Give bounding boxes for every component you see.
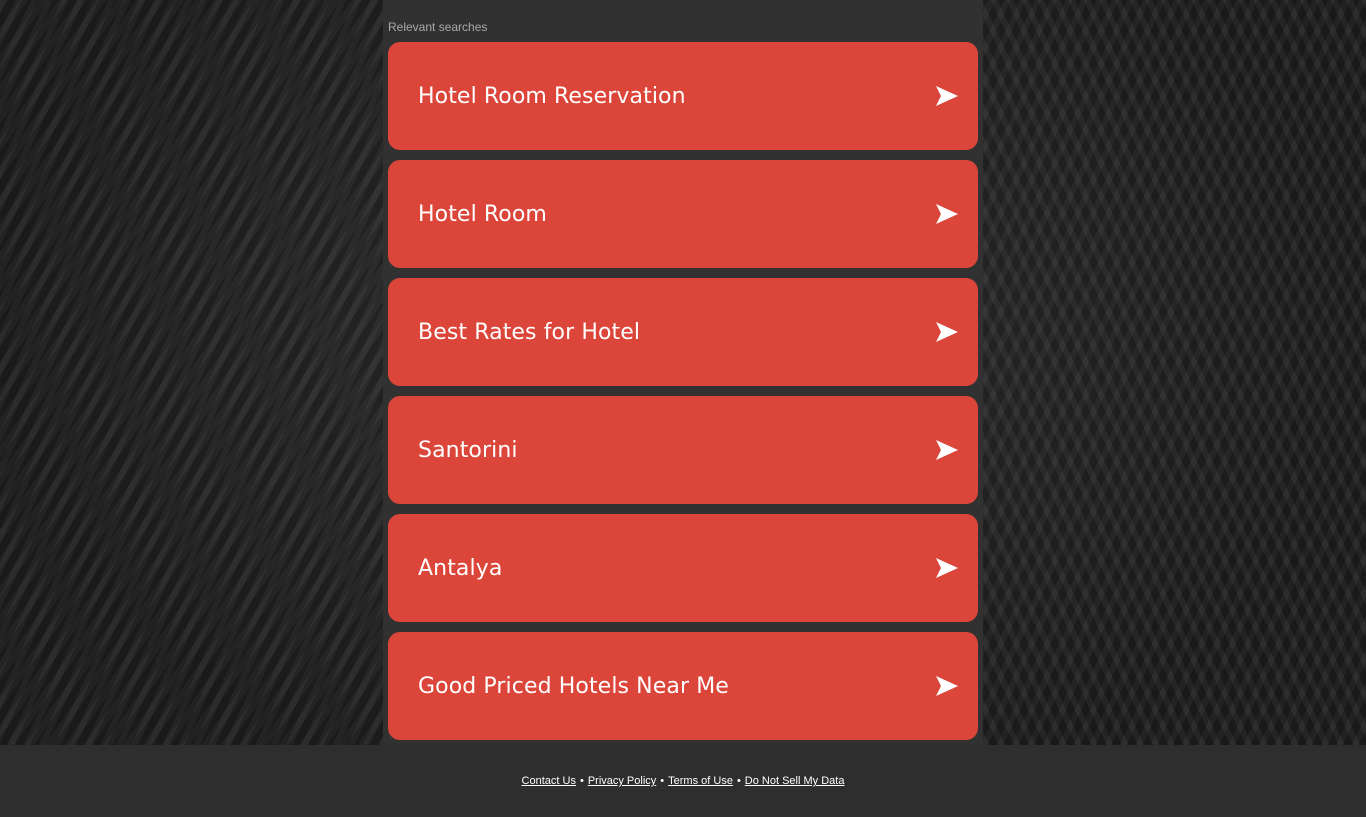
search-card[interactable]: Good Priced Hotels Near Me (388, 632, 978, 740)
search-card[interactable]: Hotel Room (388, 160, 978, 268)
footer-separator: • (579, 775, 584, 787)
privacy-policy-link[interactable]: Privacy Policy (588, 775, 656, 787)
send-arrow-icon (936, 676, 958, 696)
search-card-list: Hotel Room Reservation Hotel Room Best R… (388, 42, 978, 750)
contact-us-link[interactable]: Contact Us (522, 775, 576, 787)
send-arrow-icon (936, 558, 958, 578)
search-card-label: Hotel Room (418, 201, 547, 227)
panel-heading: Relevant searches (388, 20, 488, 34)
footer-separator: • (736, 775, 741, 787)
send-arrow-icon (936, 86, 958, 106)
search-card-label: Antalya (418, 555, 503, 581)
send-arrow-icon (936, 204, 958, 224)
search-card[interactable]: Hotel Room Reservation (388, 42, 978, 150)
send-arrow-icon (936, 322, 958, 342)
background-pattern-left (0, 0, 383, 745)
footer-separator: • (660, 775, 665, 787)
search-card[interactable]: Antalya (388, 514, 978, 622)
send-arrow-icon (936, 440, 958, 460)
search-card[interactable]: Santorini (388, 396, 978, 504)
search-card[interactable]: Best Rates for Hotel (388, 278, 978, 386)
background-pattern-right (983, 0, 1366, 745)
do-not-sell-my-data-link[interactable]: Do Not Sell My Data (745, 775, 845, 787)
terms-of-use-link[interactable]: Terms of Use (668, 775, 733, 787)
search-card-label: Santorini (418, 437, 518, 463)
search-card-label: Best Rates for Hotel (418, 319, 641, 345)
search-card-label: Good Priced Hotels Near Me (418, 673, 729, 699)
search-card-label: Hotel Room Reservation (418, 83, 686, 109)
search-panel: Relevant searches Hotel Room Reservation… (383, 0, 983, 745)
footer: Contact Us • Privacy Policy • Terms of U… (0, 745, 1366, 817)
